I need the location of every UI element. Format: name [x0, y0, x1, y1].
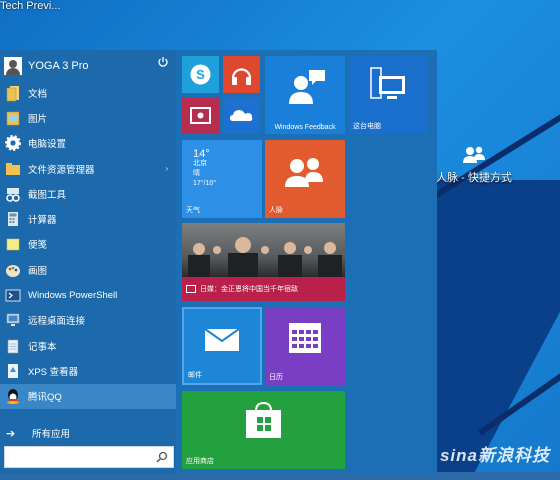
news-headline: 日媒：金正恩将中国当千年宿敌: [200, 286, 298, 293]
start-menu-item[interactable]: 电脑设置: [0, 131, 176, 156]
cloud-icon: [230, 110, 253, 121]
watermark: sina新浪科技: [439, 446, 550, 465]
news-icon: [186, 285, 196, 293]
tile-label: 邮件: [188, 372, 202, 379]
user-name: YOGA 3 Pro: [28, 60, 89, 72]
window-title: Tech Previ...: [0, 0, 61, 12]
start-menu-item-label: 截图工具: [28, 189, 67, 201]
start-menu-item[interactable]: 计算器: [0, 206, 176, 231]
tile-label: 这台电脑: [353, 123, 381, 130]
feedback-icon: [289, 70, 325, 104]
power-icon: [158, 57, 168, 67]
weather-condition: 晴: [193, 170, 200, 177]
all-apps-label: 所有应用: [32, 429, 71, 440]
weather-tile[interactable]: 14° 北京 晴 17°/10° 天气: [182, 140, 262, 218]
start-menu-item[interactable]: 腾讯QQ: [0, 383, 176, 409]
power-button[interactable]: [154, 53, 172, 71]
store-icon: [246, 401, 281, 438]
calculator-icon: [4, 210, 22, 228]
store-tile[interactable]: 应用商店: [182, 391, 345, 469]
news-tile[interactable]: 日媒：金正恩将中国当千年宿敌: [182, 223, 345, 301]
search-input[interactable]: [5, 447, 155, 468]
start-menu-item[interactable]: 远程桌面连接: [0, 308, 176, 333]
start-menu-item[interactable]: 文档: [0, 80, 176, 105]
remote-desktop-icon: [4, 311, 22, 329]
start-left-panel: YOGA 3 Pro 文档图片电脑设置文件资源管理器 › 截图工具计算器便笺画图 Wi…: [0, 50, 176, 474]
start-menu-item-label: 计算器: [28, 215, 57, 227]
start-menu-item[interactable]: 文件资源管理器 ›: [0, 156, 176, 181]
video-tile[interactable]: [182, 97, 219, 134]
start-menu-item-label: XPS 查看器: [28, 366, 79, 378]
start-menu-item-label: 腾讯QQ: [28, 392, 62, 404]
file-explorer-icon: [4, 160, 22, 178]
start-menu-item[interactable]: XPS 查看器: [0, 358, 176, 383]
weather-range: 17°/10°: [193, 180, 217, 187]
start-menu-item-label: 记事本: [28, 341, 57, 353]
start-menu-item-label: 远程桌面连接: [28, 316, 86, 328]
calendar-icon: [289, 323, 321, 353]
onedrive-tile[interactable]: [223, 97, 260, 134]
people-tile[interactable]: 人脉: [265, 140, 345, 218]
documents-icon: [4, 84, 22, 102]
tile-label: 日历: [269, 374, 283, 381]
news-photo-people: [188, 237, 342, 277]
paint-icon: [4, 261, 22, 279]
people-icon: [285, 158, 323, 187]
computer-icon: [370, 67, 405, 99]
search-icon[interactable]: [156, 451, 168, 463]
notepad-icon: [4, 337, 22, 355]
powershell-icon: [4, 286, 22, 304]
start-menu-item-label: 便笺: [28, 240, 48, 252]
skype-tile[interactable]: S: [182, 56, 219, 93]
shortcut-label: 人脉 - 快捷方式: [436, 172, 512, 184]
video-icon: [190, 107, 211, 124]
tile-label: 天气: [186, 207, 200, 214]
qq-icon: [4, 387, 22, 405]
start-menu-item-label: 图片: [28, 113, 48, 125]
start-menu: YOGA 3 Pro 文档图片电脑设置文件资源管理器 › 截图工具计算器便笺画图 Wi…: [0, 50, 437, 474]
mail-tile[interactable]: 邮件: [182, 307, 262, 385]
app-list: 文档图片电脑设置文件资源管理器 › 截图工具计算器便笺画图 Windows Power…: [0, 80, 176, 409]
start-menu-item-label: 电脑设置: [28, 139, 67, 151]
mail-icon: [204, 328, 240, 351]
avatar: [4, 57, 22, 75]
start-menu-item-label: 文档: [28, 88, 48, 100]
windows-feedback-tile[interactable]: Windows Feedback: [265, 56, 345, 134]
snipping-tool-icon: [4, 185, 22, 203]
start-menu-item-label: 文件资源管理器: [28, 164, 95, 176]
arrow-right-icon: ➔: [6, 427, 16, 440]
start-menu-item[interactable]: 画图: [0, 257, 176, 282]
tile-label: Windows Feedback: [274, 124, 336, 131]
start-menu-item[interactable]: 图片: [0, 105, 176, 130]
news-headline-bar: 日媒：金正恩将中国当千年宿敌: [182, 277, 345, 301]
weather-city: 北京: [193, 160, 207, 167]
calendar-tile[interactable]: 日历: [265, 307, 345, 385]
user-account[interactable]: YOGA 3 Pro: [0, 54, 176, 78]
svg-text:S: S: [196, 67, 205, 82]
gear-icon: [4, 134, 22, 152]
headphones-icon: [231, 68, 252, 85]
weather-temp: 14°: [193, 148, 210, 160]
start-menu-item[interactable]: 记事本: [0, 333, 176, 358]
music-tile[interactable]: [223, 56, 260, 93]
start-menu-item[interactable]: 截图工具: [0, 181, 176, 206]
tile-label: 应用商店: [186, 458, 214, 465]
start-menu-item-label: 画图: [28, 265, 48, 277]
search-box[interactable]: [4, 446, 174, 468]
skype-icon: S: [190, 64, 211, 85]
pictures-icon: [4, 109, 22, 127]
this-pc-tile[interactable]: 这台电脑: [349, 56, 427, 134]
xps-viewer-icon: [4, 362, 22, 380]
start-menu-item-label: Windows PowerShell: [28, 289, 118, 301]
chevron-right-icon[interactable]: ›: [165, 164, 168, 173]
start-menu-item[interactable]: Windows PowerShell: [0, 282, 176, 307]
all-apps-button[interactable]: ➔ 所有应用: [0, 422, 176, 444]
sticky-notes-icon: [4, 235, 22, 253]
tile-label: 人脉: [269, 207, 283, 214]
people-icon: [463, 146, 485, 163]
people-shortcut[interactable]: 人脉 - 快捷方式: [432, 144, 516, 185]
start-menu-item[interactable]: 便笺: [0, 232, 176, 257]
